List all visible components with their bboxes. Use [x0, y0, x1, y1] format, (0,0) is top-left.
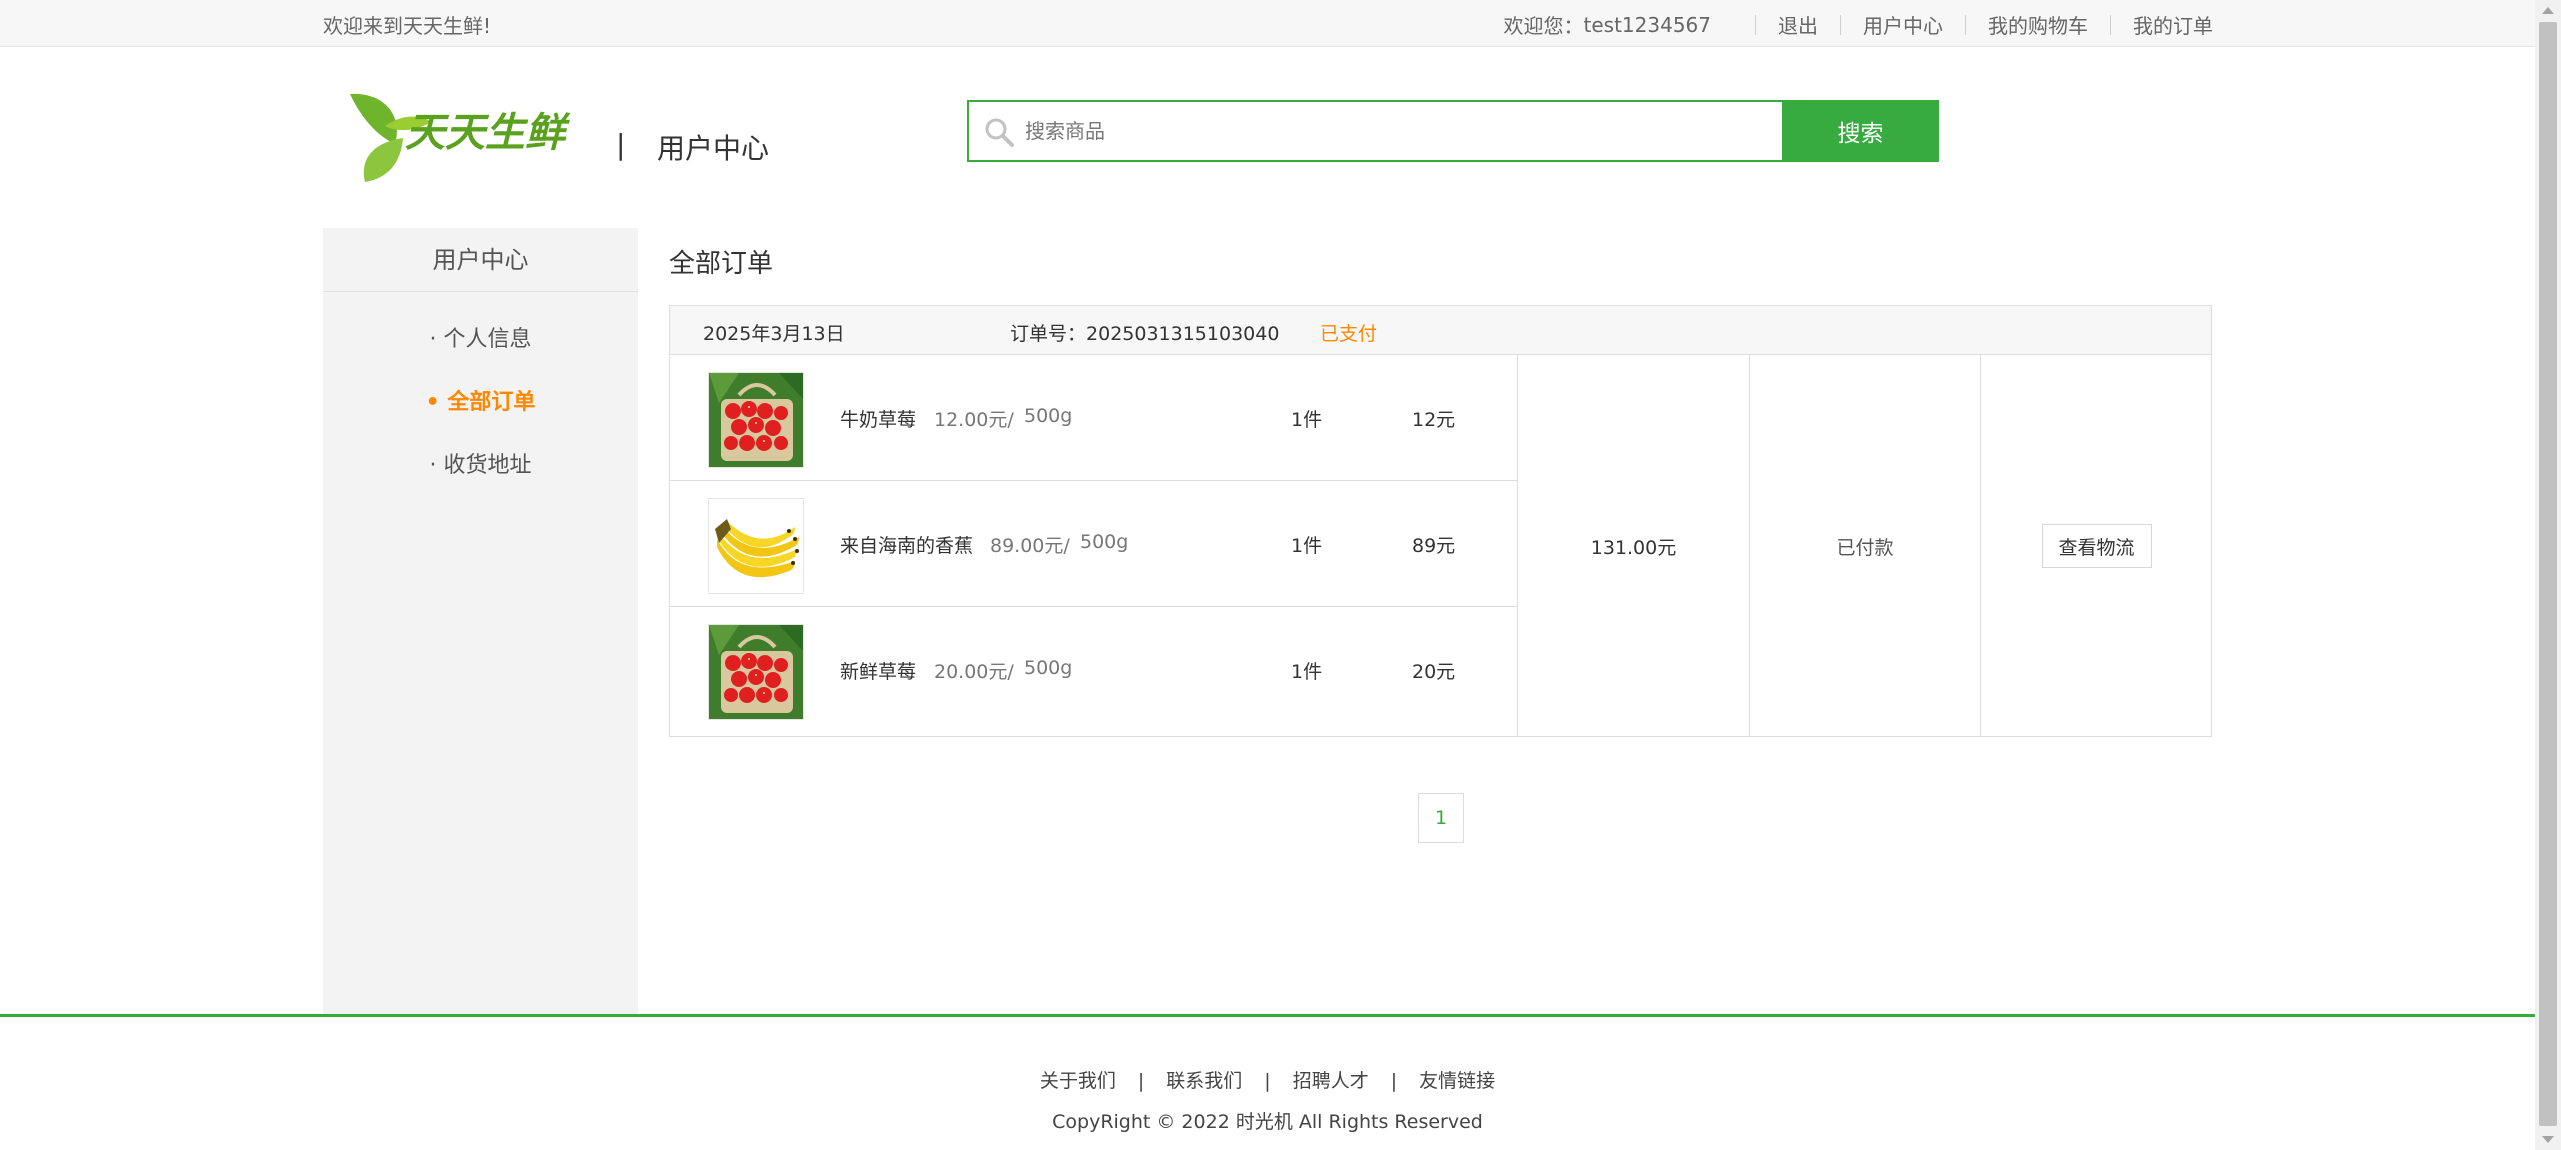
order-item: 新鲜草莓 20.00元/ 500g 1件 20元	[670, 607, 1517, 733]
product-quantity: 1件	[1291, 409, 1323, 431]
order-total: 131.00元	[1518, 355, 1750, 737]
product-image[interactable]	[708, 498, 804, 594]
scroll-up-arrow-icon[interactable]	[2542, 7, 2554, 14]
order-item: 牛奶草莓 12.00元/ 500g 1件 12元	[670, 355, 1517, 481]
copyright: CopyRight © 2022 时光机 All Rights Reserved	[1052, 1111, 1483, 1133]
site-logo[interactable]: 天天生鲜	[345, 86, 585, 186]
footer-divider	[0, 1014, 2535, 1017]
my-orders-link[interactable]: 我的订单	[2133, 10, 2213, 39]
product-name[interactable]: 牛奶草莓	[840, 405, 916, 432]
product-price: 20.00元/	[934, 661, 1014, 683]
order-date: 2025年3月13日	[703, 323, 845, 345]
product-price: 89.00元/	[990, 535, 1070, 557]
product-unit: 500g	[1080, 531, 1129, 553]
search-button[interactable]: 搜索	[1782, 100, 1939, 162]
sidebar-item-shipping-address[interactable]: · 收货地址	[323, 434, 638, 497]
divider	[1965, 14, 1966, 35]
product-quantity: 1件	[1291, 535, 1323, 557]
order-header: 2025年3月13日 订单号：2025031315103040 已支付	[670, 306, 2211, 355]
header-divider: |	[616, 128, 626, 161]
search-input[interactable]	[1025, 114, 1765, 148]
logo-text: 天天生鲜	[405, 110, 571, 156]
sidebar: 用户中心 · 个人信息 • 全部订单 · 收货地址	[323, 228, 638, 1015]
user-center-link[interactable]: 用户中心	[1863, 10, 1943, 39]
footer-link-careers[interactable]: 招聘人才	[1279, 1070, 1383, 1092]
search-box	[967, 100, 1782, 162]
page-title: 全部订单	[669, 249, 774, 279]
divider	[1840, 14, 1841, 35]
sidebar-menu: · 个人信息 • 全部订单 · 收货地址	[323, 292, 638, 497]
product-subtotal: 89元	[1412, 535, 1456, 557]
strawberry-basket-icon	[709, 373, 803, 467]
search-icon	[985, 118, 1014, 147]
footer-separator: |	[1390, 1070, 1398, 1092]
order-card: 2025年3月13日 订单号：2025031315103040 已支付 牛奶草莓…	[669, 305, 2212, 737]
footer-links: 关于我们 | 联系我们 | 招聘人才 | 友情链接	[0, 1066, 2535, 1093]
banana-icon	[709, 499, 803, 593]
user-greeting-label: 欢迎您：	[1503, 14, 1584, 38]
order-status: 已支付	[1320, 323, 1378, 345]
page-subtitle: 用户中心	[657, 132, 770, 165]
product-price: 12.00元/	[934, 409, 1014, 431]
order-action-cell: 查看物流	[1981, 355, 2212, 737]
product-unit: 500g	[1024, 657, 1073, 679]
footer-separator: |	[1264, 1070, 1271, 1092]
leaf-logo-icon: 天天生鲜	[350, 93, 571, 182]
divider	[1755, 14, 1756, 35]
footer-separator: |	[1137, 1070, 1145, 1092]
sidebar-item-personal-info[interactable]: · 个人信息	[323, 308, 638, 371]
product-image[interactable]	[708, 372, 804, 468]
payment-state: 已付款	[1750, 355, 1981, 737]
order-number-label: 订单号：	[1010, 323, 1087, 345]
scroll-down-arrow-icon[interactable]	[2542, 1136, 2554, 1143]
product-name[interactable]: 新鲜草莓	[840, 657, 916, 684]
footer-link-about[interactable]: 关于我们	[1026, 1070, 1130, 1092]
order-items: 牛奶草莓 12.00元/ 500g 1件 12元 来自海南的香蕉 89.00元/	[670, 355, 1518, 737]
footer-link-friends[interactable]: 友情链接	[1405, 1070, 1509, 1092]
footer-link-contact[interactable]: 联系我们	[1152, 1070, 1256, 1092]
my-cart-link[interactable]: 我的购物车	[1988, 10, 2088, 39]
order-item: 来自海南的香蕉 89.00元/ 500g 1件 89元	[670, 481, 1517, 607]
username: test1234567	[1583, 12, 1711, 37]
pagination-page-1[interactable]: 1	[1418, 793, 1464, 843]
scrollbar-thumb[interactable]	[2539, 22, 2557, 1126]
product-quantity: 1件	[1291, 661, 1323, 683]
welcome-text: 欢迎来到天天生鲜!	[323, 14, 492, 38]
strawberry-basket-icon	[709, 625, 803, 719]
top-bar: 欢迎来到天天生鲜! 欢迎您： test1234567 退出 用户中心 我的购物车…	[0, 0, 2535, 47]
divider	[2110, 14, 2111, 35]
top-bar-user-links: 欢迎您： test1234567 退出 用户中心 我的购物车 我的订单	[1504, 10, 2213, 39]
sidebar-title: 用户中心	[323, 228, 638, 292]
product-image[interactable]	[708, 624, 804, 720]
order-number: 订单号：2025031315103040	[1010, 319, 1279, 346]
product-subtotal: 20元	[1412, 661, 1456, 683]
product-unit: 500g	[1024, 405, 1073, 427]
sidebar-item-all-orders[interactable]: • 全部订单	[323, 371, 638, 434]
logout-link[interactable]: 退出	[1778, 10, 1818, 39]
view-logistics-button[interactable]: 查看物流	[2041, 524, 2152, 568]
vertical-scrollbar[interactable]	[2535, 0, 2561, 1150]
product-subtotal: 12元	[1412, 409, 1456, 431]
product-name[interactable]: 来自海南的香蕉	[840, 531, 973, 558]
order-number-value: 2025031315103040	[1086, 323, 1280, 345]
